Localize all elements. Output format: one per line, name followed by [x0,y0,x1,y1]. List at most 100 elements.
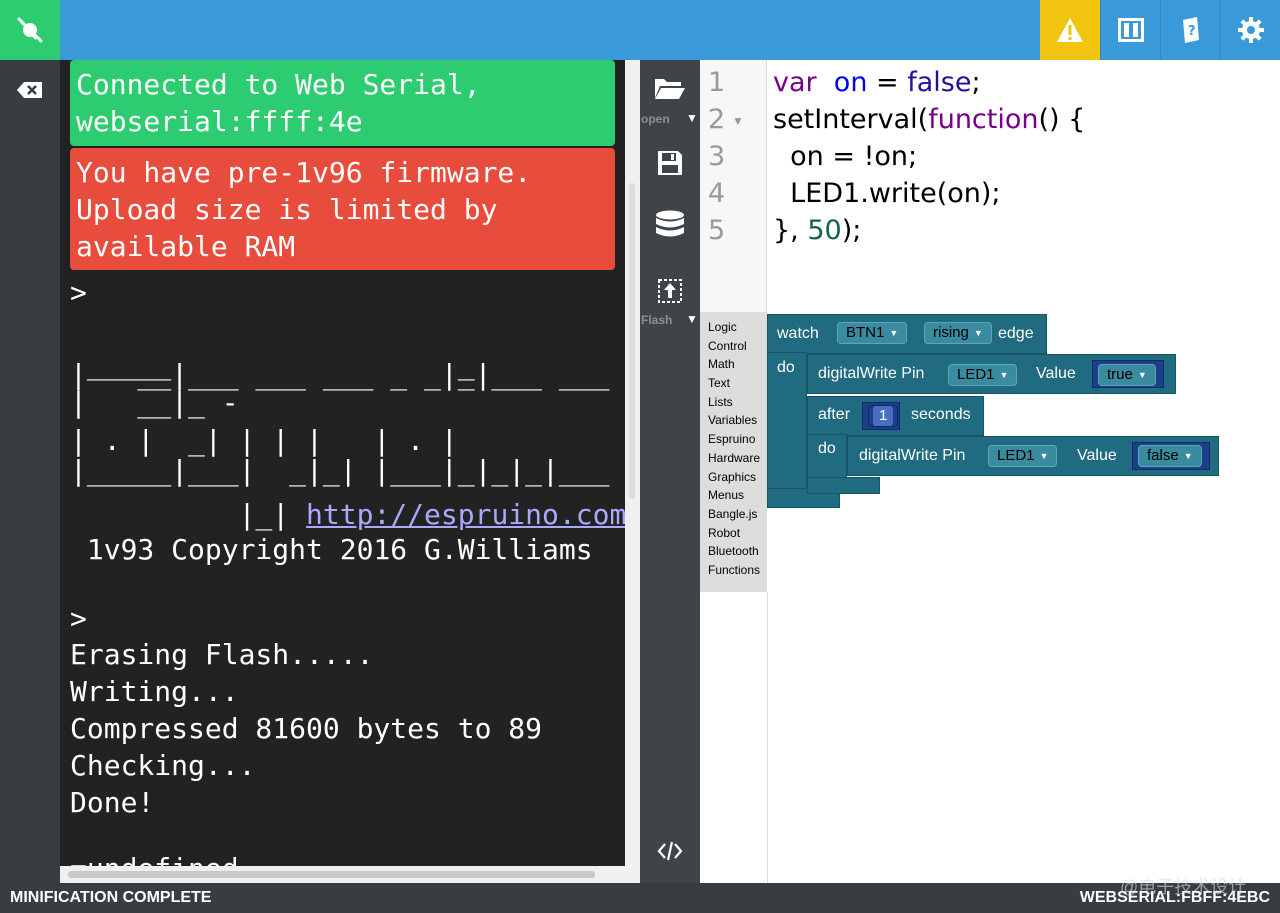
flash-dropdown-arrow[interactable]: ▼ [686,312,698,326]
blockly-toolbox: Logic Control Math Text Lists Variables … [700,312,767,592]
code-line[interactable]: }, 50); [773,212,861,249]
toolbox-category[interactable]: Variables [700,411,767,430]
terminal-output-line: Done! [70,786,155,819]
code-token: setInterval( [773,104,929,135]
bool-value: true [1107,366,1133,383]
top-toolbar: ? [0,0,1280,60]
seconds-label: seconds [911,406,971,423]
code-token: }, [773,215,808,246]
toolbox-category[interactable]: Robot [700,524,767,543]
blockly-workspace[interactable]: Logic Control Math Text Lists Variables … [700,312,1280,883]
layout-button[interactable] [1100,0,1160,60]
help-button[interactable]: ? [1160,0,1220,60]
flash-upload-icon [658,279,682,303]
banner-link-line: |_| http://espruino.com [70,496,627,533]
watch-label: watch [777,325,819,342]
code-line[interactable]: LED1.write(on); [773,175,1001,212]
terminal-scrollbar-horizontal[interactable] [68,871,595,878]
digitalwrite-pin-dropdown[interactable]: LED1 ▼ [988,445,1058,467]
code-line[interactable]: var on = false; [773,64,981,101]
line-number: 3 [708,141,726,172]
digitalwrite-label: digitalWrite Pin [859,447,966,464]
toolbox-category[interactable]: Control [700,337,767,356]
toolbox-category[interactable]: Menus [700,486,767,505]
code-token: on = !on; [773,141,918,172]
code-token: function [928,104,1039,135]
terminal-scrollbar-vertical[interactable] [629,183,635,499]
line-number: 2 [708,104,726,135]
code-line[interactable]: on = !on; [773,138,917,175]
after-label: after [818,406,851,423]
terminal-prompt: > [70,602,87,635]
dropdown-arrow-icon: ▼ [1039,451,1049,461]
open-dropdown-arrow[interactable]: ▼ [686,111,698,125]
connect-button[interactable] [0,0,60,60]
save-button[interactable] [640,150,700,176]
do-label: do [818,440,836,457]
toolbox-category[interactable]: Text [700,374,767,393]
watch-pin-value: BTN1 [846,324,885,341]
plug-icon [17,17,43,43]
toolbox-category[interactable]: Lists [700,393,767,412]
toolbox-category[interactable]: Bluetooth [700,542,767,561]
watch-edge-dropdown[interactable]: rising ▼ [924,322,992,344]
open-button[interactable] [640,76,700,100]
code-token: ; [971,67,981,98]
clear-terminal-icon [17,82,42,98]
after-number: 1 [873,406,894,426]
digitalwrite-pin-value: LED1 [997,447,1035,464]
after-block-footer[interactable] [807,477,880,494]
bool-true-dropdown[interactable]: true ▼ [1098,364,1156,386]
code-token: LED1.write(on); [773,178,1001,209]
watch-pin-dropdown[interactable]: BTN1 ▼ [837,322,908,344]
code-line[interactable]: setInterval(function() { [773,101,1085,138]
code-token: on [833,67,868,98]
toolbox-category[interactable]: Graphics [700,468,767,487]
storage-button[interactable] [640,210,700,242]
dropdown-arrow-icon: ▼ [999,370,1009,380]
settings-button[interactable] [1220,0,1280,60]
gear-icon [1237,17,1264,43]
firmware-warning-notice: You have pre-1v96 firmware. Upload size … [70,148,615,270]
banner-line: |_____|___| _|_| |___|_|_|_|___ [70,454,610,487]
terminal-prompt: > [70,276,87,309]
terminal[interactable]: Connected to Web Serial, webserial:ffff:… [60,60,640,883]
digitalwrite-pin-value: LED1 [957,366,995,383]
flash-button[interactable] [640,276,700,304]
folder-open-icon [655,79,685,99]
warning-icon [1057,18,1083,42]
number-field[interactable]: 1 [868,405,899,427]
code-editor[interactable]: 1 2 ▼ 3 4 5 var on = false; setInterval(f… [700,60,1280,312]
code-toggle-button[interactable] [640,840,700,862]
espruino-link[interactable]: http://espruino.com [306,498,626,531]
value-label: Value [1077,447,1117,464]
toolbox-category[interactable]: Math [700,355,767,374]
workspace-divider [767,592,768,883]
banner-link-prefix: |_| [70,498,307,531]
editor-toolbar: open ▼ Flash ▼ [640,60,700,883]
banner-line: | __|_ - [70,386,239,419]
dropdown-arrow-icon: ▼ [1183,451,1193,461]
terminal-output-line: Erasing Flash..... [70,638,374,671]
digitalwrite-label: digitalWrite Pin [818,365,925,382]
terminal-output-line: Compressed 81600 bytes to 89 [70,712,543,745]
toolbox-category[interactable]: Espruino [700,430,767,449]
dropdown-arrow-icon: ▼ [973,328,983,338]
toolbox-category[interactable]: Logic [700,318,767,337]
warning-button[interactable] [1040,0,1100,60]
flash-label: Flash [641,313,673,327]
toolbox-category[interactable]: Hardware [700,449,767,468]
bool-false-dropdown[interactable]: false ▼ [1138,445,1202,467]
toolbox-category[interactable]: Functions [700,561,767,580]
clear-terminal-button[interactable] [16,80,44,100]
bool-value: false [1147,447,1179,464]
status-bar: MINIFICATION COMPLETE WEBSERIAL:FBFF:4EB… [0,883,1280,913]
code-token: false [907,67,972,98]
digitalwrite-pin-dropdown[interactable]: LED1 ▼ [948,364,1018,386]
do-label: do [777,359,795,376]
save-icon [658,151,682,175]
toolbox-category[interactable]: Bangle.js [700,505,767,524]
watch-edge-value: rising [933,324,969,341]
fold-arrow-icon[interactable]: ▼ [732,114,744,128]
